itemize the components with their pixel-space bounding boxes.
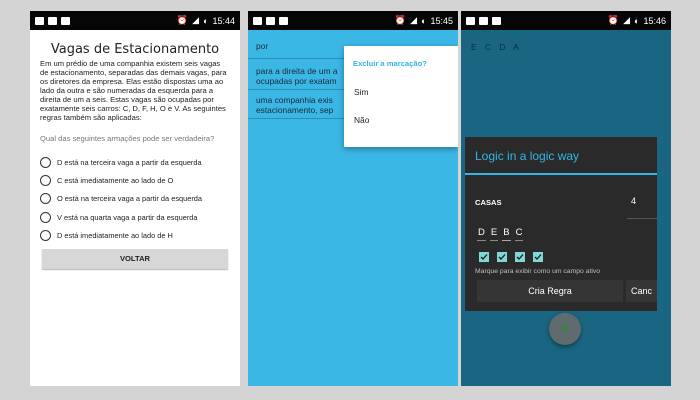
- add-fab-button[interactable]: +: [549, 313, 581, 345]
- checkbox[interactable]: [515, 252, 525, 262]
- image-notification-icon: [266, 16, 275, 25]
- letter-field[interactable]: D: [477, 227, 486, 241]
- radio-button[interactable]: [40, 230, 51, 242]
- alarm-icon: ⏰: [607, 15, 620, 25]
- message-notification-icon: [61, 16, 70, 25]
- status-time: 15:45: [430, 15, 453, 26]
- checkbox-hint: Marque para exibir como um campo ativo: [475, 268, 601, 275]
- signal-icon: ◢: [623, 15, 631, 25]
- answer-option[interactable]: C está imediatamente ao lado de O: [40, 171, 230, 189]
- letter-fields: D E B C: [477, 227, 524, 241]
- dialog-title-divider: [465, 173, 657, 175]
- screen-parking-question: ⏰ ◢ ◐ 15:44 Vagas de Estacionamento Em u…: [30, 11, 240, 386]
- battery-icon: ◐: [421, 15, 427, 26]
- answer-options: D está na terceira vaga a partir da esqu…: [40, 153, 230, 245]
- create-rule-button[interactable]: Cria Regra: [477, 280, 623, 302]
- checkbox[interactable]: [533, 252, 543, 262]
- image-notification-icon: [35, 16, 44, 25]
- status-bar: ⏰ ◢ ◐ 15:45: [248, 11, 458, 30]
- radio-button[interactable]: [40, 156, 51, 168]
- image-notification-icon: [479, 16, 488, 25]
- image-notification-icon: [48, 16, 57, 25]
- status-bar: ⏰ ◢ ◐ 15:46: [461, 11, 671, 30]
- status-time: 15:46: [643, 15, 666, 26]
- letter-field[interactable]: E: [489, 227, 499, 241]
- option-label: V está na quarta vaga a partir da esquer…: [57, 212, 198, 222]
- letter-field[interactable]: B: [502, 227, 511, 241]
- check-icon: [516, 254, 524, 260]
- option-label: C está imediatamente ao lado de O: [57, 176, 174, 186]
- plus-icon: +: [560, 320, 570, 337]
- radio-button[interactable]: [40, 175, 51, 187]
- dialog-title: Logic in a logic way: [475, 149, 580, 163]
- casas-input[interactable]: 4: [627, 188, 657, 219]
- battery-icon: ◐: [634, 15, 640, 26]
- signal-icon: ◢: [410, 15, 418, 25]
- casas-label: CASAS: [475, 198, 502, 207]
- answer-option[interactable]: V está na quarta vaga a partir da esquer…: [40, 208, 230, 226]
- question-text: Qual das seguintes armações pode ser ver…: [40, 134, 215, 143]
- checkbox[interactable]: [497, 252, 507, 262]
- popup-title: Excluir a marcação?: [353, 59, 427, 68]
- cancel-button[interactable]: Canc: [626, 280, 657, 302]
- screen-delete-marking: ⏰ ◢ ◐ 15:45 por para a direita de um a o…: [248, 11, 458, 386]
- answer-option[interactable]: D está imediatamente ao lado de H: [40, 227, 230, 245]
- option-label: O está na terceira vaga a partir da esqu…: [57, 194, 203, 204]
- alarm-icon: ⏰: [394, 15, 407, 25]
- signal-icon: ◢: [192, 15, 200, 25]
- problem-description: Em um prédio de uma companhia existem se…: [40, 59, 227, 122]
- answer-option[interactable]: O está na terceira vaga a partir da esqu…: [40, 190, 230, 208]
- page-title: Vagas de Estacionamento: [50, 42, 220, 57]
- option-label: D está na terceira vaga a partir da esqu…: [57, 157, 202, 167]
- message-notification-icon: [492, 16, 501, 25]
- battery-icon: ◐: [203, 15, 209, 26]
- answer-option[interactable]: D está na terceira vaga a partir da esqu…: [40, 153, 230, 171]
- delete-confirm-popup: Excluir a marcação? Sim Não: [344, 46, 458, 147]
- image-notification-icon: [253, 16, 262, 25]
- radio-button[interactable]: [40, 211, 51, 223]
- confirm-yes-option[interactable]: Sim: [354, 87, 368, 97]
- active-field-checkboxes: [479, 252, 543, 262]
- checkbox[interactable]: [479, 252, 489, 262]
- image-notification-icon: [466, 16, 475, 25]
- alarm-icon: ⏰: [176, 15, 189, 25]
- screen-create-rule: ⏰ ◢ ◐ 15:46 E C D A Logic in a logic way…: [461, 11, 671, 386]
- check-icon: [480, 254, 488, 260]
- casas-value: 4: [631, 196, 637, 206]
- check-icon: [534, 254, 542, 260]
- back-button[interactable]: VOLTAR: [42, 248, 228, 269]
- letter-field[interactable]: C: [514, 227, 524, 241]
- confirm-no-option[interactable]: Não: [354, 115, 369, 125]
- status-time: 15:44: [212, 15, 235, 26]
- message-notification-icon: [279, 16, 288, 25]
- radio-button[interactable]: [40, 193, 51, 205]
- option-label: D está imediatamente ao lado de H: [57, 231, 173, 241]
- create-rule-dialog: Logic in a logic way CASAS 4 D E B C Mar…: [465, 137, 657, 311]
- check-icon: [498, 254, 506, 260]
- app-title: E C D A: [471, 42, 522, 52]
- status-bar: ⏰ ◢ ◐ 15:44: [30, 11, 240, 30]
